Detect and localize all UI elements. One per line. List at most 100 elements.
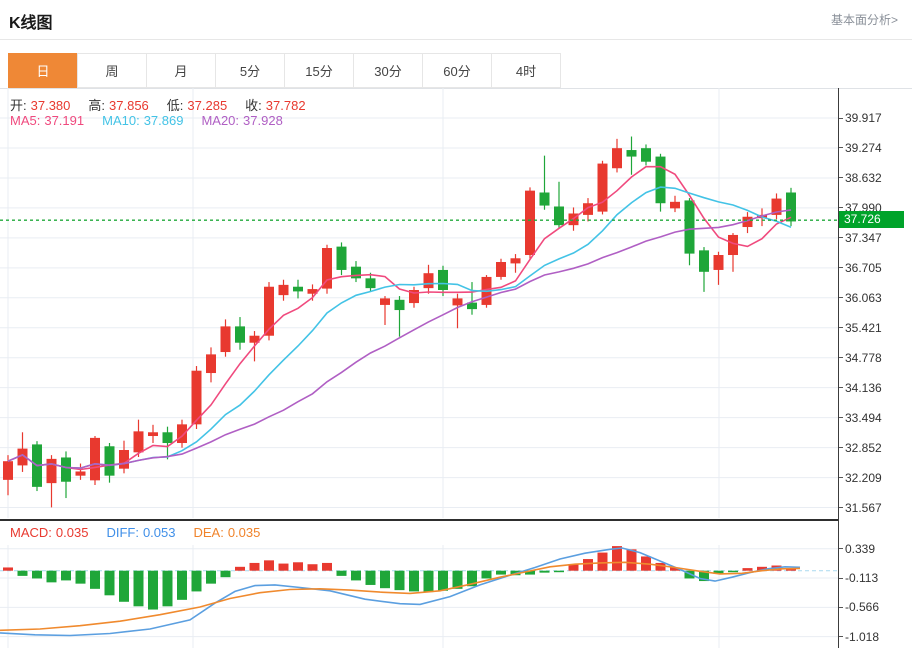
macd-bar <box>409 571 419 592</box>
macd-bar <box>163 571 173 607</box>
info-value: 37.856 <box>109 98 149 113</box>
candle <box>598 164 608 212</box>
info-item: 高: 37.856 <box>88 98 152 113</box>
ma-info: MA5:37.191MA10:37.869MA20:37.928 <box>10 113 301 128</box>
macd-bar <box>235 567 245 571</box>
info-item: DIFF:0.053 <box>106 525 179 540</box>
axis-value: 39.917 <box>845 111 882 125</box>
macd-bar <box>3 567 13 570</box>
macd-bar <box>554 571 564 573</box>
info-value: 37.285 <box>187 98 227 113</box>
info-item: MACD: 0.035 <box>10 525 92 540</box>
macd-bar <box>583 559 593 571</box>
axis-value: 33.494 <box>845 411 882 425</box>
kline-app: K线图 基本面分析> 日周月5分15分30分60分4时 开:37.380高:37… <box>0 0 912 648</box>
y-axis-label: 0.339 <box>838 541 910 557</box>
macd-bar <box>47 571 57 583</box>
y-axis-label: 36.063 <box>838 290 910 306</box>
info-label: 收: <box>245 98 262 113</box>
tab-日[interactable]: 日 <box>8 53 78 88</box>
axis-value: 32.852 <box>845 441 882 455</box>
candle <box>511 258 521 263</box>
tab-周[interactable]: 周 <box>77 53 147 88</box>
kline-chart[interactable] <box>0 88 838 518</box>
current-price-tag: 37.726 <box>838 211 904 228</box>
header: K线图 基本面分析> <box>0 0 912 40</box>
info-label: MA20: <box>201 113 239 128</box>
tab-4时[interactable]: 4时 <box>491 53 561 88</box>
macd-bar <box>221 571 231 577</box>
y-axis-label: 33.494 <box>838 410 910 426</box>
tab-月[interactable]: 月 <box>146 53 216 88</box>
candle <box>496 262 506 277</box>
macd-bar <box>61 571 71 581</box>
page-title: K线图 <box>9 9 53 33</box>
axis-value: 39.274 <box>845 141 882 155</box>
axis-value: -0.113 <box>845 571 878 585</box>
candle <box>47 459 57 483</box>
macd-bar <box>18 571 28 576</box>
candle <box>90 438 100 480</box>
y-axis-label: 39.917 <box>838 110 910 126</box>
info-item: MA10: 37.869 <box>102 113 187 128</box>
axis-value: 37.347 <box>845 231 882 245</box>
axis-value: 31.567 <box>845 501 882 515</box>
candle <box>119 450 129 469</box>
tab-15分[interactable]: 15分 <box>284 53 354 88</box>
macd-bar <box>598 553 608 571</box>
info-label: MACD: <box>10 525 52 540</box>
candle <box>438 270 448 290</box>
candle <box>525 191 535 255</box>
candle <box>670 202 680 209</box>
candle <box>685 200 695 253</box>
candle <box>366 278 376 288</box>
candle <box>206 354 216 373</box>
tab-30分[interactable]: 30分 <box>353 53 423 88</box>
info-label: 高: <box>88 98 105 113</box>
candle <box>424 273 434 288</box>
fundamental-analysis-link[interactable]: 基本面分析> <box>831 11 898 28</box>
axis-value: 0.339 <box>845 542 875 556</box>
candle <box>163 432 173 443</box>
info-item: 低:37.285 <box>167 98 231 113</box>
candle <box>76 471 86 475</box>
candle <box>714 255 724 270</box>
macd-chart[interactable] <box>0 545 838 648</box>
macd-bar <box>627 549 637 570</box>
axis-value: 35.421 <box>845 321 882 335</box>
info-value: 37.869 <box>144 113 184 128</box>
macd-bar <box>279 564 289 571</box>
y-axis-label: -0.566 <box>838 599 910 615</box>
y-axis-label: 32.209 <box>838 470 910 486</box>
tab-5分[interactable]: 5分 <box>215 53 285 88</box>
y-axis-label: 32.852 <box>838 440 910 456</box>
candle <box>221 326 231 352</box>
info-value: 37.782 <box>266 98 306 113</box>
candle <box>322 248 332 289</box>
candle <box>699 250 709 271</box>
info-label: 低: <box>167 98 184 113</box>
y-axis-line <box>838 88 839 648</box>
info-value: 37.191 <box>44 113 84 128</box>
info-label: MA10: <box>102 113 140 128</box>
info-item: MA20:37.928 <box>201 113 286 128</box>
candle <box>627 150 637 157</box>
candle <box>279 285 289 295</box>
macd-bar <box>32 571 42 579</box>
candle <box>380 298 390 305</box>
macd-bar <box>322 563 332 571</box>
axis-value: 34.136 <box>845 381 882 395</box>
panel-separator <box>0 519 838 521</box>
tab-60分[interactable]: 60分 <box>422 53 492 88</box>
y-axis-label: 35.421 <box>838 320 910 336</box>
candle <box>177 424 187 443</box>
macd-bar <box>308 564 318 570</box>
candle <box>728 235 738 255</box>
candle <box>554 206 564 225</box>
info-value: 0.035 <box>56 525 89 540</box>
macd-bar <box>134 571 144 607</box>
macd-bar <box>76 571 86 584</box>
candle <box>105 446 115 475</box>
candle <box>656 157 666 204</box>
macd-bar <box>250 563 260 571</box>
